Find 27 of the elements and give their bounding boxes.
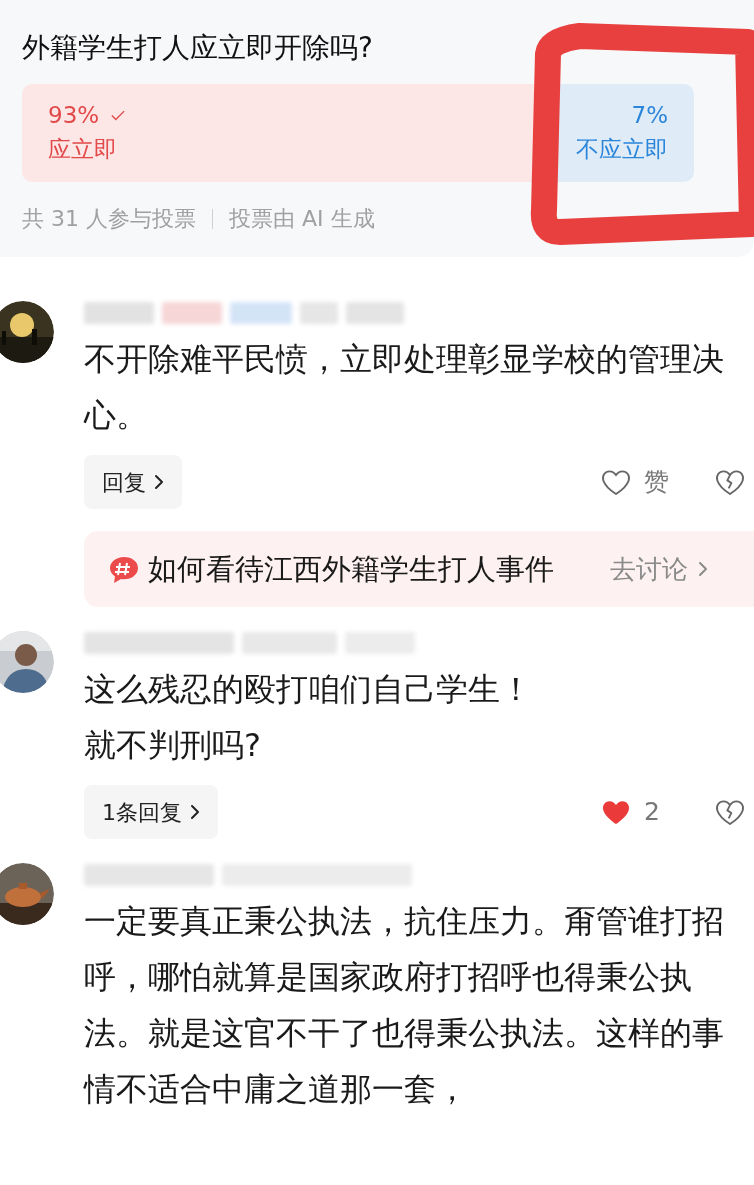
like-count: 2 bbox=[644, 796, 661, 829]
check-icon bbox=[111, 109, 126, 121]
blurred-text bbox=[346, 302, 404, 324]
comment-text: 就不判刑吗? bbox=[84, 725, 262, 766]
topic-title: 如何看待江西外籍学生打人事件 bbox=[148, 551, 554, 588]
chevron-icon bbox=[154, 474, 164, 490]
blurred-text bbox=[300, 302, 338, 324]
option-label: 应立即 bbox=[48, 135, 117, 164]
ai-note: 投票由 AI 生成 bbox=[229, 205, 375, 233]
vote-percent: 93% bbox=[48, 101, 100, 130]
comment-text: 这么残忍的殴打咱们自己学生！ bbox=[84, 669, 533, 710]
chevron-icon bbox=[698, 560, 708, 578]
comment-text: 一定要真正秉公执法，抗住压力。甭管谁打招呼，哪怕就算是国家政府打招呼也得秉公执法。就是这官不干了也得秉公执法。这样的事情不适合中庸之道那一套， bbox=[84, 901, 724, 1110]
hashtag-icon bbox=[108, 555, 140, 585]
participant-count: 共 31 人参与投票 bbox=[22, 205, 196, 233]
blurred-text bbox=[230, 302, 292, 324]
reply-button[interactable]: 1条回复 bbox=[84, 785, 218, 839]
poll-question: 外籍学生打人应立即开除吗? bbox=[22, 30, 374, 66]
option-label: 不应立即 bbox=[576, 135, 668, 164]
blurred-text bbox=[162, 302, 222, 324]
blurred-text bbox=[84, 302, 154, 324]
comment-text: 不开除难平民愤，立即处理彰显学校的管理决心。 bbox=[84, 339, 724, 436]
vote-percent: 7% bbox=[631, 101, 668, 130]
reply-button[interactable]: 回复 bbox=[84, 455, 182, 509]
like-count: 赞 bbox=[644, 466, 670, 499]
topic-card[interactable]: 如何看待江西外籍学生打人事件 去讨论 bbox=[84, 531, 754, 607]
chevron-icon bbox=[190, 804, 200, 820]
